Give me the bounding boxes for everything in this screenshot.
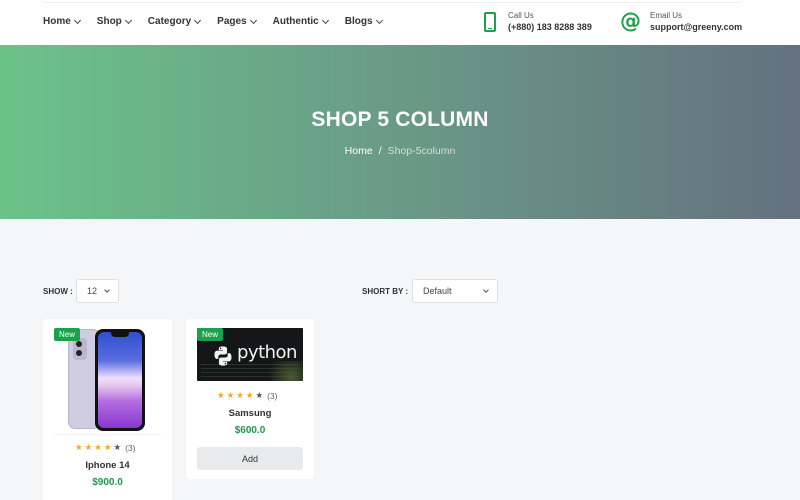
product-card[interactable]: New ★ ★ ★ ★ ★ (3) Iphone 14 $900.0: [43, 319, 172, 500]
chevron-down-icon: [73, 16, 81, 24]
star-icon: ★: [226, 391, 235, 401]
call-label: Call Us: [508, 11, 534, 20]
page-banner: SHOP 5 COLUMN Home / Shop-5column: [0, 45, 800, 219]
breadcrumb: Home / Shop-5column: [0, 145, 800, 157]
product-image-iphone[interactable]: [68, 329, 146, 431]
breadcrumb-current: Shop-5column: [387, 145, 456, 157]
star-icon: ★: [94, 443, 102, 453]
site-header: Home Shop Category Pages Authentic Blogs…: [0, 0, 800, 45]
call-number: (+880) 183 8288 389: [508, 22, 592, 32]
show-label: SHOW :: [43, 287, 73, 296]
rating-stars: ★ ★ ★ ★ ★ (3): [75, 443, 136, 453]
nav-label: Authentic: [272, 16, 319, 27]
image-glow: [263, 361, 303, 381]
at-icon: @: [620, 9, 641, 33]
nav-label: Home: [43, 16, 71, 27]
nav-home[interactable]: Home: [43, 16, 81, 27]
show-select[interactable]: 12: [76, 279, 119, 303]
star-icon: ★: [236, 391, 244, 401]
phone-notch: [111, 332, 129, 337]
breadcrumb-home[interactable]: Home: [345, 145, 373, 157]
email-label: Email Us: [650, 11, 683, 20]
sort-select-value: Default: [423, 286, 452, 296]
chevron-down-icon: [375, 16, 383, 24]
phone-screen: [98, 332, 142, 428]
product-card[interactable]: python New ★ ★ ★ ★ ★ (3) Samsung $600.0 …: [186, 319, 314, 479]
nav-pages[interactable]: Pages: [217, 16, 257, 27]
python-logo-icon: [214, 346, 232, 366]
rating-stars: ★ ★ ★ ★ ★ (3): [217, 391, 278, 401]
email-address: support@greeny.com: [650, 22, 743, 32]
phone-icon: [484, 12, 496, 32]
product-name[interactable]: Iphone 14: [43, 460, 172, 471]
star-icon: ★: [113, 443, 122, 453]
review-count: (3): [267, 391, 278, 401]
contact-phone[interactable]: Call Us (+880) 183 8288 389: [484, 10, 592, 34]
star-icon: ★: [217, 391, 225, 401]
camera-icon: [73, 338, 87, 360]
nav-label: Blogs: [344, 16, 373, 27]
chevron-down-icon: [194, 16, 202, 24]
star-icon: ★: [84, 443, 93, 453]
page-title: SHOP 5 COLUMN: [311, 108, 489, 131]
nav-shop[interactable]: Shop: [96, 16, 132, 27]
chevron-down-icon: [249, 16, 257, 24]
star-icon: ★: [75, 443, 83, 453]
product-price: $900.0: [92, 477, 123, 488]
chevron-down-icon: [321, 16, 329, 24]
product-price: $600.0: [234, 425, 266, 436]
python-wordmark: python: [237, 342, 297, 363]
chevron-down-icon: [124, 16, 132, 24]
show-select-value: 12: [87, 286, 98, 296]
chevron-down-icon: [483, 287, 489, 293]
contact-email[interactable]: @ Email Us support@greeny.com: [620, 10, 742, 34]
nav-blogs[interactable]: Blogs: [344, 16, 383, 27]
star-icon: ★: [255, 391, 264, 401]
breadcrumb-separator: /: [378, 145, 382, 157]
main-nav: Home Shop Category Pages Authentic Blogs: [43, 16, 399, 27]
chevron-down-icon: [104, 287, 110, 293]
new-badge: New: [197, 328, 224, 341]
nav-label: Pages: [217, 16, 247, 27]
star-icon: ★: [245, 391, 254, 401]
new-badge: New: [54, 328, 81, 341]
sort-select[interactable]: Default: [412, 279, 498, 303]
nav-label: Shop: [96, 16, 122, 27]
nav-category[interactable]: Category: [147, 16, 202, 27]
card-divider: [54, 434, 161, 435]
header-top-border: [43, 0, 741, 3]
phone-front: [95, 329, 145, 431]
review-count: (3): [125, 443, 136, 453]
nav-label: Category: [147, 16, 192, 27]
product-name[interactable]: Samsung: [186, 408, 314, 419]
star-icon: ★: [103, 443, 112, 453]
add-to-cart-button[interactable]: Add: [197, 447, 303, 470]
sort-label: SHORT BY :: [362, 287, 409, 296]
nav-authentic[interactable]: Authentic: [272, 16, 329, 27]
